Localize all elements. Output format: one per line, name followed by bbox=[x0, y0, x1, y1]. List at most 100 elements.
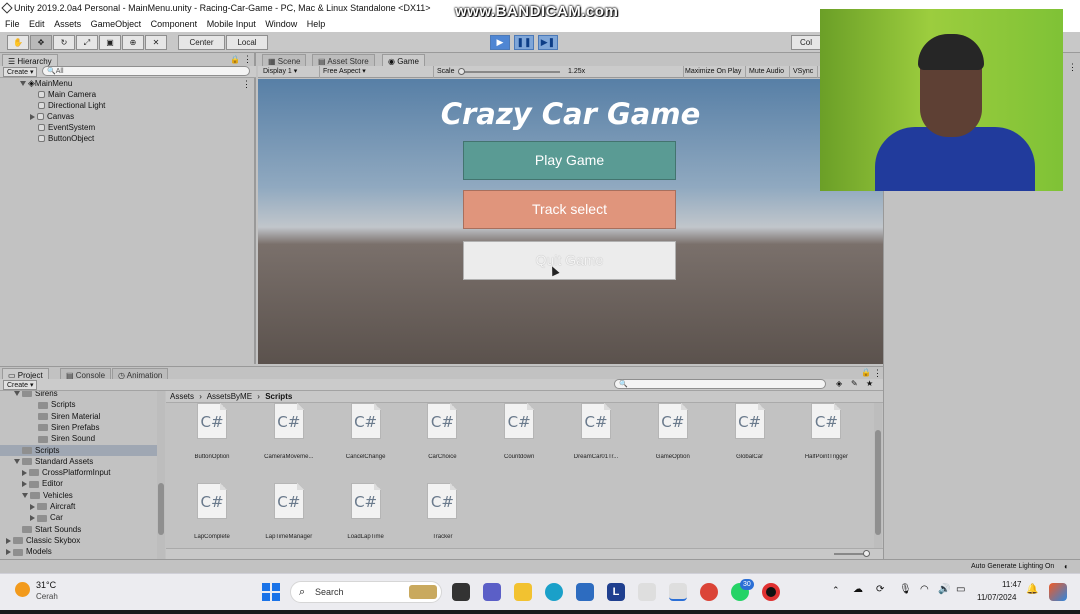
wifi-icon[interactable]: ◠ bbox=[920, 584, 929, 595]
scene-root[interactable]: ◈MainMenu bbox=[20, 78, 72, 89]
teams-icon[interactable] bbox=[483, 583, 501, 601]
hierarchy-item[interactable]: Main Camera bbox=[38, 89, 96, 100]
step-button[interactable]: ▶❚ bbox=[538, 35, 558, 50]
scale-track[interactable] bbox=[460, 71, 560, 73]
script-asset[interactable]: C# GameOption bbox=[637, 403, 709, 460]
expand-icon[interactable] bbox=[14, 459, 20, 465]
aspect-dropdown[interactable]: Free Aspect ▾ bbox=[320, 66, 434, 78]
sync-icon[interactable]: ⟳ bbox=[876, 584, 884, 595]
folder-tree-item[interactable]: Sirens bbox=[14, 391, 164, 399]
scale-tool-icon[interactable]: ⤢ bbox=[76, 35, 98, 50]
script-asset[interactable]: C# ButtonOption bbox=[176, 403, 248, 460]
folder-tree-item[interactable]: Scripts bbox=[30, 399, 164, 410]
script-asset[interactable]: C# Countdown bbox=[483, 403, 555, 460]
notification-bell-icon[interactable]: 🔔 bbox=[1026, 584, 1038, 595]
scroll-thumb[interactable] bbox=[875, 430, 881, 535]
play-button[interactable]: ▶ bbox=[490, 35, 510, 50]
weather-desc[interactable]: Cerah bbox=[36, 592, 58, 601]
copilot-icon[interactable] bbox=[1049, 583, 1067, 601]
vsync-toggle[interactable]: VSync bbox=[790, 66, 818, 78]
folder-tree-item[interactable]: Siren Prefabs bbox=[30, 422, 164, 433]
expand-icon[interactable] bbox=[22, 493, 28, 499]
rect-tool-icon[interactable]: ▣ bbox=[99, 35, 121, 50]
l-app-icon[interactable]: L bbox=[607, 583, 625, 601]
pause-button[interactable]: ❚❚ bbox=[514, 35, 534, 50]
microphone-icon[interactable]: 🎙 bbox=[899, 584, 912, 595]
expand-icon[interactable] bbox=[30, 113, 35, 120]
hierarchy-item[interactable]: Canvas bbox=[30, 111, 74, 122]
bandicam-record-icon[interactable] bbox=[762, 583, 780, 601]
chevron-up-icon[interactable]: ⌃ bbox=[832, 585, 840, 596]
expand-icon[interactable] bbox=[20, 81, 26, 87]
script-asset[interactable]: C# DreamCar01Tr... bbox=[560, 403, 632, 460]
expand-icon[interactable] bbox=[6, 549, 11, 556]
menu-help[interactable]: Help bbox=[307, 17, 326, 32]
store-icon[interactable] bbox=[576, 583, 594, 601]
menu-assets[interactable]: Assets bbox=[54, 17, 81, 32]
folder-tree-item[interactable]: Standard Assets bbox=[14, 456, 164, 467]
script-asset[interactable]: C# CarChoice bbox=[406, 403, 478, 460]
expand-icon[interactable] bbox=[30, 515, 35, 522]
game-view[interactable]: Crazy Car Game Play Game Track select Qu… bbox=[258, 79, 883, 364]
panel-menu-icon[interactable]: ⋮ bbox=[243, 54, 252, 65]
unity-editor-icon[interactable] bbox=[669, 583, 687, 601]
file-explorer-icon[interactable] bbox=[514, 583, 532, 601]
menu-window[interactable]: Window bbox=[265, 17, 297, 32]
script-asset[interactable]: C# LapComplete bbox=[176, 483, 248, 540]
rotate-tool-icon[interactable]: ↻ bbox=[53, 35, 75, 50]
hierarchy-item[interactable]: Directional Light bbox=[38, 100, 105, 111]
weather-temp[interactable]: 31°C bbox=[36, 580, 56, 590]
breadcrumb-item[interactable]: Assets bbox=[170, 392, 194, 401]
pivot-local-button[interactable]: Local bbox=[226, 35, 268, 50]
display-dropdown[interactable]: Display 1 ▾ bbox=[260, 66, 320, 78]
chrome-icon[interactable] bbox=[700, 583, 718, 601]
icon-size-handle[interactable] bbox=[863, 550, 870, 557]
script-asset[interactable]: C# CameraMoveme... bbox=[253, 403, 325, 460]
folder-tree-item[interactable]: Vehicles bbox=[22, 490, 164, 501]
favorite-star-icon[interactable]: ★ bbox=[866, 379, 873, 388]
taskbar-search[interactable]: ⌕ Search bbox=[290, 581, 442, 603]
transform-tool-icon[interactable]: ⊕ bbox=[122, 35, 144, 50]
hierarchy-item[interactable]: EventSystem bbox=[38, 122, 95, 133]
hierarchy-item[interactable]: ButtonObject bbox=[38, 133, 94, 144]
hand-tool-icon[interactable]: ✋ bbox=[7, 35, 29, 50]
folder-tree-item[interactable]: CrossPlatformInput bbox=[22, 467, 164, 478]
panel-menu-icon[interactable]: ⋮ bbox=[873, 368, 882, 379]
clock-date[interactable]: 11/07/2024 bbox=[977, 593, 1016, 602]
quit-game-button[interactable]: Quit Game bbox=[463, 241, 676, 280]
lock-icon[interactable]: 🔒 bbox=[861, 368, 871, 377]
folder-tree-item[interactable]: Scripts bbox=[0, 444, 157, 456]
icon-size-slider[interactable] bbox=[834, 553, 866, 555]
hierarchy-create-button[interactable]: Create ▾ bbox=[3, 67, 38, 77]
script-asset[interactable]: C# HalfPointTrigger bbox=[790, 403, 862, 460]
expand-icon[interactable] bbox=[30, 503, 35, 510]
folder-tree-item[interactable]: Aircraft bbox=[30, 501, 164, 512]
scene-menu-icon[interactable]: ⋮ bbox=[242, 79, 251, 90]
volume-icon[interactable]: 🔊 bbox=[938, 584, 950, 595]
maximize-on-play-toggle[interactable]: Maximize On Play bbox=[682, 66, 746, 78]
panel-menu-icon[interactable]: ⋮ bbox=[1068, 62, 1077, 73]
breadcrumb-item[interactable]: Scripts bbox=[265, 392, 292, 401]
custom-tool-icon[interactable]: ✕ bbox=[145, 35, 167, 50]
menu-component[interactable]: Component bbox=[151, 17, 198, 32]
folder-tree-item[interactable]: Start Sounds bbox=[14, 524, 164, 535]
folder-tree-item[interactable]: Editor bbox=[22, 478, 164, 489]
pivot-center-button[interactable]: Center bbox=[178, 35, 225, 50]
unity-hub-icon[interactable] bbox=[638, 583, 656, 601]
menu-gameobject[interactable]: GameObject bbox=[91, 17, 142, 32]
expand-icon[interactable] bbox=[14, 391, 20, 397]
hierarchy-search-input[interactable]: 🔍All bbox=[42, 66, 250, 76]
expand-icon[interactable] bbox=[22, 481, 27, 488]
task-view-icon[interactable] bbox=[452, 583, 470, 601]
edge-icon[interactable] bbox=[545, 583, 563, 601]
move-tool-icon[interactable]: ✥ bbox=[30, 35, 52, 50]
menu-file[interactable]: File bbox=[5, 17, 20, 32]
project-search-input[interactable]: 🔍 bbox=[614, 379, 826, 389]
windows-start-icon[interactable] bbox=[262, 583, 280, 601]
script-asset[interactable]: C# GlobalCar bbox=[714, 403, 786, 460]
battery-icon[interactable]: ▭ bbox=[956, 584, 965, 595]
script-asset[interactable]: C# Tracker bbox=[406, 483, 478, 540]
folder-tree-item[interactable]: Classic Skybox bbox=[6, 535, 163, 546]
clock-time[interactable]: 11:47 bbox=[1002, 580, 1021, 589]
script-asset[interactable]: C# LapTimeManager bbox=[253, 483, 325, 540]
